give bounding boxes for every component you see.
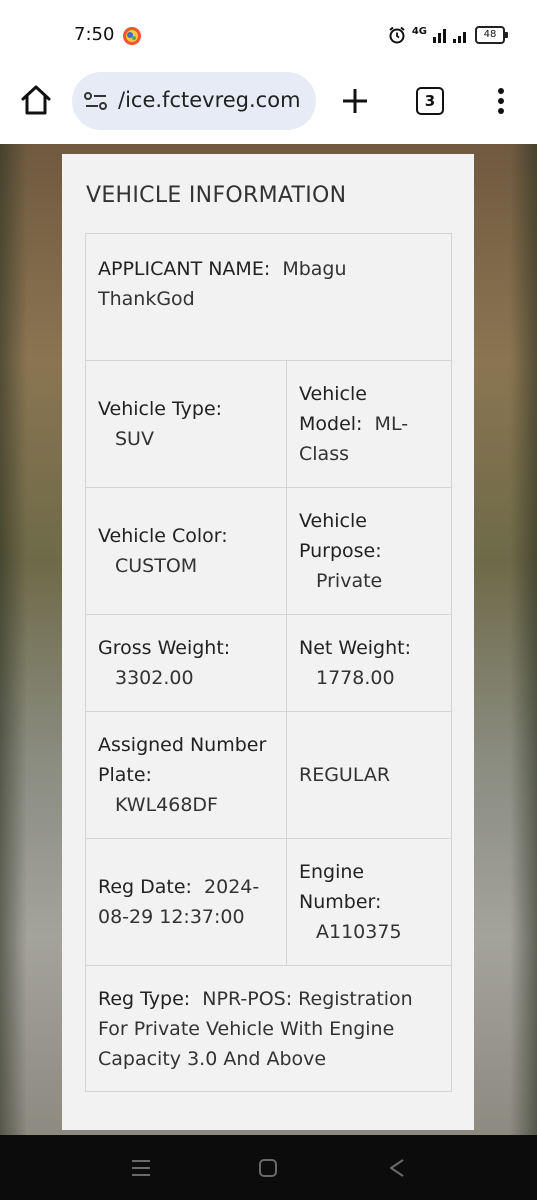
address-bar[interactable]: /ice.fctevreg.com xyxy=(72,72,316,130)
site-settings-icon[interactable] xyxy=(84,91,108,111)
signal-icon xyxy=(433,29,466,43)
alarm-icon xyxy=(389,26,405,44)
status-bar: 7:50 4G 48 xyxy=(0,0,537,70)
vehicle-color-cell: Vehicle Color: CUSTOM xyxy=(85,487,287,615)
recents-icon[interactable] xyxy=(130,1157,152,1179)
card-title: VEHICLE INFORMATION xyxy=(86,183,347,208)
reg-date-cell: Reg Date: 2024-08-29 12:37:00 xyxy=(85,838,287,966)
applicant-label: APPLICANT NAME: xyxy=(98,258,271,280)
vehicle-color-value: CUSTOM xyxy=(115,555,198,577)
vehicle-model-cell: Vehicle Model: ML-Class xyxy=(286,360,452,488)
back-icon[interactable] xyxy=(386,1157,408,1179)
vehicle-type-cell: Vehicle Type: SUV xyxy=(85,360,287,488)
vehicle-type-label: Vehicle Type: xyxy=(98,398,223,420)
plate-type-value: REGULAR xyxy=(299,764,391,786)
applicant-cell: APPLICANT NAME: Mbagu ThankGod xyxy=(85,233,452,361)
plate-value: KWL468DF xyxy=(115,794,218,816)
vehicle-purpose-cell: Vehicle Purpose: Private xyxy=(286,487,452,615)
app-notification-icon xyxy=(123,27,141,45)
reg-type-cell: Reg Type: NPR-POS: Registration For Priv… xyxy=(85,965,452,1092)
engine-number-label: Engine Number: xyxy=(299,861,382,913)
status-time: 7:50 xyxy=(74,24,115,45)
more-vert-icon[interactable] xyxy=(490,86,512,116)
system-nav-bar xyxy=(0,1135,537,1200)
tabs-icon[interactable]: 3 xyxy=(416,87,444,115)
vehicle-type-value: SUV xyxy=(115,428,154,450)
nav-home-icon[interactable] xyxy=(257,1157,279,1179)
plate-label: Assigned Number Plate: xyxy=(98,734,267,786)
vehicle-color-label: Vehicle Color: xyxy=(98,525,228,547)
plate-cell: Assigned Number Plate: KWL468DF xyxy=(85,711,287,839)
reg-date-label: Reg Date: xyxy=(98,876,192,898)
network-type: 4G xyxy=(411,25,427,37)
browser-toolbar: /ice.fctevreg.com 3 xyxy=(0,70,537,144)
vehicle-purpose-label: Vehicle Purpose: xyxy=(299,510,382,562)
battery-icon: 48 xyxy=(475,26,508,44)
url-text[interactable]: /ice.fctevreg.com xyxy=(118,88,301,112)
status-indicators: 4G 48 xyxy=(388,24,508,46)
plate-type-cell: REGULAR xyxy=(286,711,452,839)
engine-number-cell: Engine Number: A110375 xyxy=(286,838,452,966)
net-weight-value: 1778.00 xyxy=(316,667,395,689)
net-weight-label: Net Weight: xyxy=(299,637,411,659)
engine-number-value: A110375 xyxy=(316,921,402,943)
gross-weight-label: Gross Weight: xyxy=(98,637,231,659)
gross-weight-cell: Gross Weight: 3302.00 xyxy=(85,614,287,712)
vehicle-purpose-value: Private xyxy=(316,570,383,592)
reg-type-label: Reg Type: xyxy=(98,988,191,1010)
vehicle-model-label: Vehicle Model: xyxy=(299,383,367,435)
home-icon[interactable] xyxy=(18,82,54,118)
gross-weight-value: 3302.00 xyxy=(115,667,194,689)
plus-icon[interactable] xyxy=(340,86,370,116)
net-weight-cell: Net Weight: 1778.00 xyxy=(286,614,452,712)
